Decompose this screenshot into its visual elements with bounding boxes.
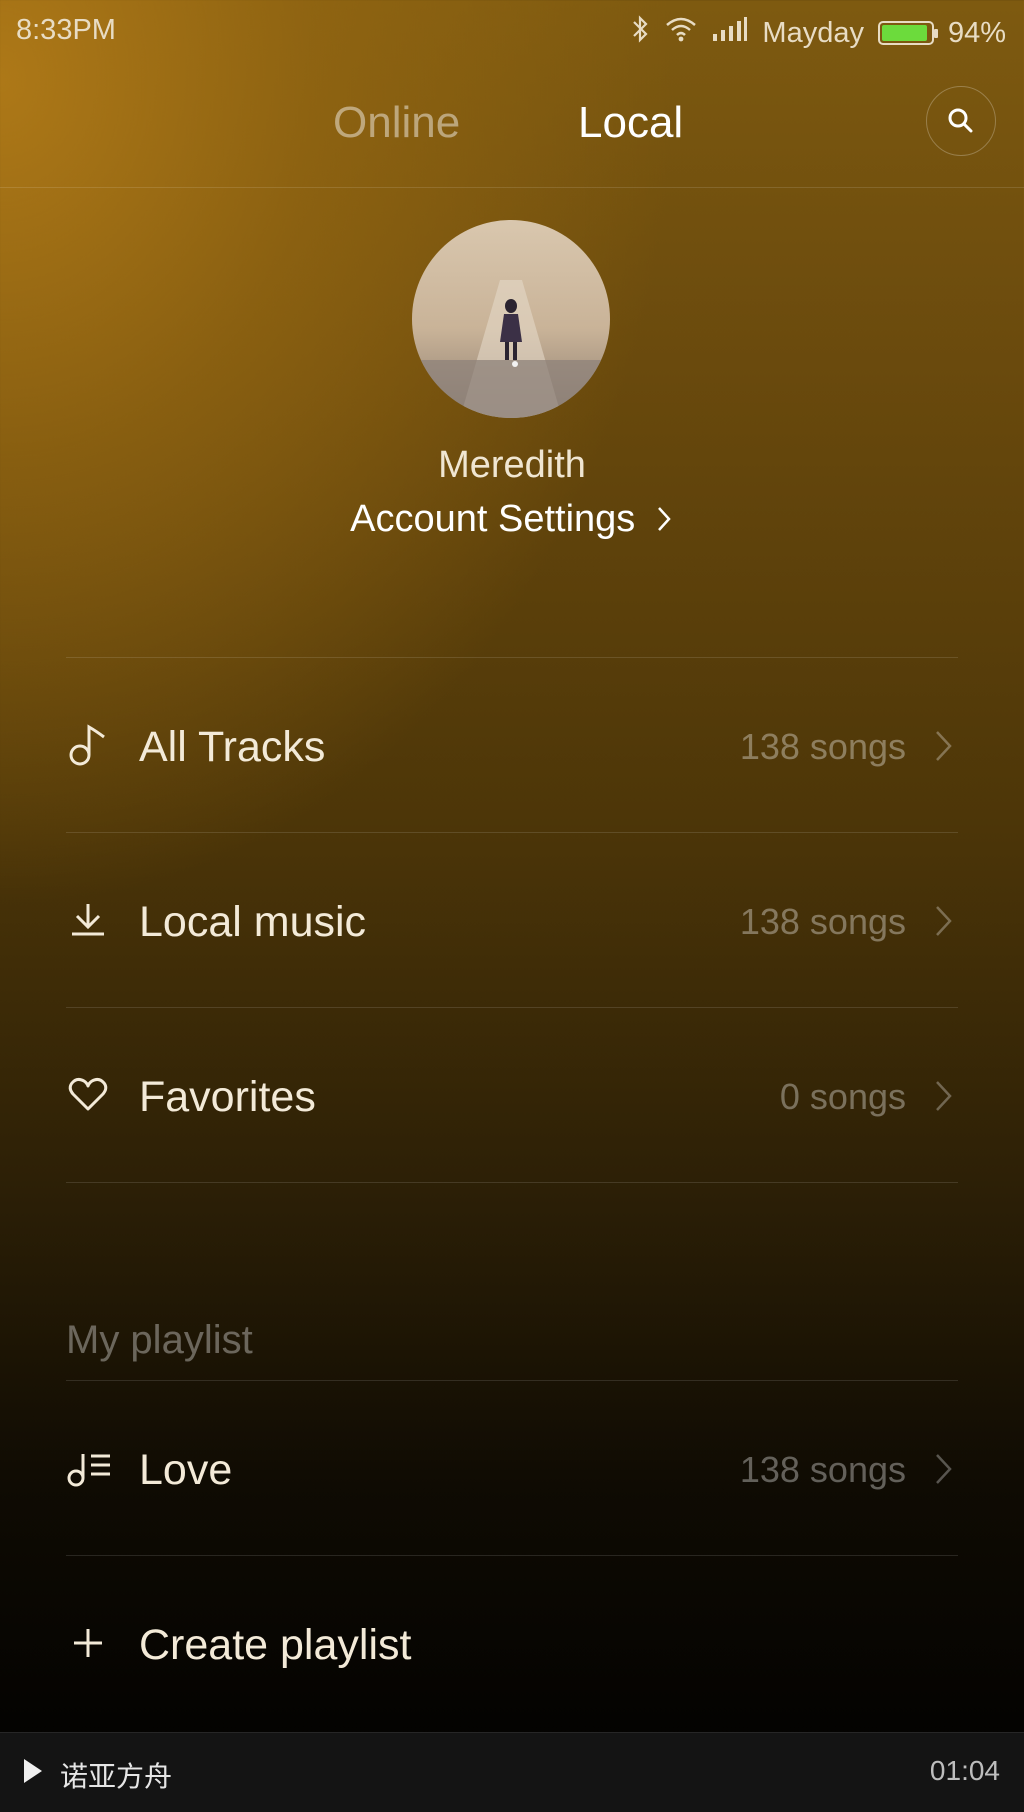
status-indicators: Mayday 94% (630, 14, 1006, 52)
chevron-right-icon (654, 498, 674, 541)
bluetooth-icon (630, 14, 650, 52)
divider (66, 1182, 958, 1183)
list-item-label: Favorites (139, 1073, 316, 1121)
carrier-name: Mayday (762, 16, 864, 49)
tab-online[interactable]: Online (333, 98, 460, 148)
music-note-icon (66, 723, 110, 767)
playlist-icon (66, 1446, 110, 1490)
song-count: 0 songs (779, 1076, 906, 1117)
profile-name: Meredith (438, 444, 586, 486)
song-count: 138 songs (739, 1449, 906, 1490)
wifi-icon (664, 15, 698, 51)
header-divider (0, 187, 1024, 188)
signal-icon (712, 16, 748, 50)
battery-icon (877, 21, 938, 45)
song-count: 138 songs (739, 726, 906, 767)
create-playlist-button[interactable]: Create playlist (0, 1556, 1024, 1730)
heart-icon (66, 1073, 110, 1117)
chevron-right-icon (932, 901, 956, 941)
section-title-my-playlist: My playlist (66, 1318, 253, 1362)
list-item-label: Local music (139, 898, 367, 946)
battery-level-fill (881, 25, 928, 41)
song-count: 138 songs (739, 901, 906, 942)
list-item-favorites[interactable]: Favorites 0 songs (0, 1008, 1024, 1182)
status-time: 8:33PM (16, 14, 116, 46)
avatar[interactable] (412, 220, 610, 418)
plus-icon (66, 1621, 110, 1665)
chevron-right-icon (932, 726, 956, 766)
status-bar: 8:33PM Mayday 94% (0, 0, 1024, 64)
list-item-label: All Tracks (139, 723, 326, 771)
play-icon[interactable] (22, 1757, 44, 1790)
search-button[interactable] (926, 86, 996, 156)
list-item-local-music[interactable]: Local music 138 songs (0, 833, 1024, 1007)
search-icon (948, 108, 973, 133)
battery-percent: 94% (947, 16, 1006, 49)
download-icon (66, 898, 110, 942)
tab-local[interactable]: Local (578, 98, 683, 148)
mini-player[interactable]: 诺亚方舟 01:04 (0, 1732, 1024, 1812)
list-item-label: Love (139, 1446, 233, 1494)
account-settings-label: Account Settings (350, 498, 636, 540)
tab-bar: Online Local (0, 92, 1024, 164)
create-playlist-label: Create playlist (139, 1621, 412, 1669)
chevron-right-icon (932, 1449, 956, 1489)
account-settings-link[interactable]: Account Settings (0, 498, 1024, 541)
playlist-item-love[interactable]: Love 138 songs (0, 1381, 1024, 1555)
list-item-all-tracks[interactable]: All Tracks 138 songs (0, 658, 1024, 832)
now-playing-track: 诺亚方舟 (60, 1761, 173, 1792)
now-playing-time: 01:04 (929, 1755, 1000, 1786)
chevron-right-icon (932, 1076, 956, 1116)
